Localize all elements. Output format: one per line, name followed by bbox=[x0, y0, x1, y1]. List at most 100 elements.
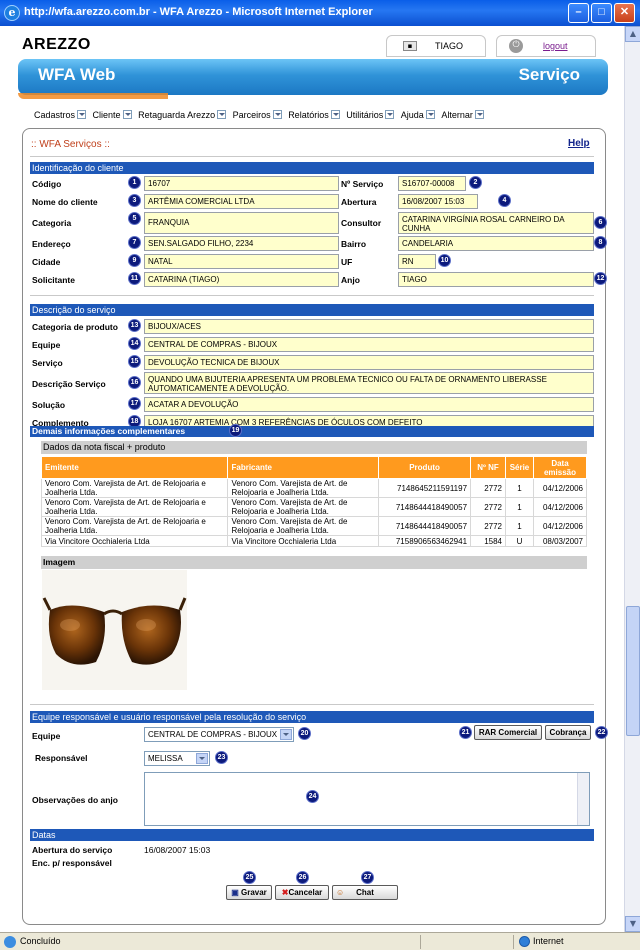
save-icon: ▣ bbox=[231, 888, 239, 897]
table-cell: 04/12/2006 bbox=[532, 497, 588, 517]
sunglasses-image bbox=[42, 570, 187, 690]
codigo-label: Código bbox=[32, 179, 62, 189]
solucao-field[interactable]: ACATAR A DEVOLUÇÃO bbox=[144, 397, 594, 412]
solicitante-field[interactable]: CATARINA (TIAGO) bbox=[144, 272, 339, 287]
marker-11: 11 bbox=[128, 272, 141, 285]
table-cell: Via Vincitore Occhialeria Ltda bbox=[40, 535, 229, 547]
section-extra-header: Demais informações complementares bbox=[30, 426, 594, 437]
marker-9: 9 bbox=[128, 254, 141, 267]
menu-cadastros[interactable]: Cadastros bbox=[34, 110, 87, 120]
abertura-servico-label: Abertura do serviço bbox=[32, 845, 113, 855]
menu-relatorios[interactable]: Relatórios bbox=[288, 110, 340, 120]
chevron-down-icon bbox=[280, 729, 292, 740]
menu-ajuda[interactable]: Ajuda bbox=[401, 110, 435, 120]
solicitante-label: Solicitante bbox=[32, 275, 75, 285]
menu-parceiros[interactable]: Parceiros bbox=[233, 110, 282, 120]
marker-27: 27 bbox=[361, 871, 374, 884]
table-cell: Venoro Com. Varejista de Art. de Relojoa… bbox=[227, 516, 380, 536]
equipe-service-field[interactable]: CENTRAL DE COMPRAS - BIJOUX bbox=[144, 337, 594, 352]
scroll-up-arrow[interactable]: ▲ bbox=[625, 26, 640, 42]
equipe-select[interactable]: CENTRAL DE COMPRAS - BIJOUX bbox=[144, 727, 294, 742]
column-header: Série bbox=[504, 456, 534, 479]
section-dates-header: Datas bbox=[30, 829, 594, 841]
table-cell: 7148644418490057 bbox=[378, 497, 472, 517]
divider bbox=[513, 935, 514, 949]
anjo-field[interactable]: TIAGO bbox=[398, 272, 594, 287]
menu-utilitarios[interactable]: Utilitários bbox=[346, 110, 395, 120]
enc-responsavel-label: Enc. p/ responsável bbox=[32, 858, 112, 868]
help-link[interactable]: Help bbox=[568, 138, 590, 149]
table-cell: 7148645211591197 bbox=[378, 478, 472, 498]
table-row: Venoro Com. Varejista de Art. de Relojoa… bbox=[40, 497, 588, 517]
marker-5: 5 bbox=[128, 212, 141, 225]
menu-retaguarda-arezzo[interactable]: Retaguarda Arezzo bbox=[138, 110, 227, 120]
marker-13: 13 bbox=[128, 319, 141, 332]
section-client-header: Identificação do cliente bbox=[30, 162, 594, 174]
categoria-field[interactable]: FRANQUIA bbox=[144, 212, 339, 234]
chat-button[interactable]: ☺ Chat bbox=[332, 885, 398, 900]
descricao-servico-field[interactable]: QUANDO UMA BIJUTERIA APRESENTA UM PROBLE… bbox=[144, 372, 594, 394]
marker-23: 23 bbox=[215, 751, 228, 764]
image-subsection-header: Imagem bbox=[41, 556, 587, 569]
marker-1: 1 bbox=[128, 176, 141, 189]
marker-6: 6 bbox=[594, 216, 607, 229]
page-title: :: WFA Serviços :: bbox=[31, 139, 110, 150]
consultor-field[interactable]: CATARINA VIRGÍNIA ROSAL CARNEIRO DA CUNH… bbox=[398, 212, 594, 234]
logout-box: ⏻ logout bbox=[496, 35, 596, 57]
table-cell: Via Vincitore Occhialeria Ltda bbox=[227, 535, 380, 547]
gravar-button[interactable]: ▣ Gravar bbox=[226, 885, 272, 900]
scroll-thumb[interactable] bbox=[626, 606, 640, 736]
chevron-down-icon bbox=[425, 110, 435, 119]
divider bbox=[30, 156, 594, 157]
chevron-down-icon bbox=[122, 110, 132, 119]
codigo-field[interactable]: 16707 bbox=[144, 176, 339, 191]
marker-24: 24 bbox=[306, 790, 319, 803]
menu-cliente[interactable]: Cliente bbox=[93, 110, 132, 120]
abertura-field[interactable]: 16/08/2007 15:03 bbox=[398, 194, 478, 209]
cidade-field[interactable]: NATAL bbox=[144, 254, 339, 269]
page-scrollbar[interactable]: ▲ ▼ bbox=[624, 26, 640, 932]
service-panel: :: WFA Serviços :: Help Identificação do… bbox=[22, 128, 608, 925]
categoria-label: Categoria bbox=[32, 218, 72, 228]
logout-link[interactable]: logout bbox=[543, 41, 568, 51]
nome-cliente-field[interactable]: ARTÊMIA COMERCIAL LTDA bbox=[144, 194, 339, 209]
obs-anjo-textarea[interactable] bbox=[144, 772, 590, 826]
main-menu: Cadastros Cliente Retaguarda Arezzo Parc… bbox=[34, 110, 488, 120]
chevron-down-icon bbox=[474, 110, 484, 119]
abertura-servico-value: 16/08/2007 15:03 bbox=[144, 845, 211, 855]
uf-field[interactable]: RN bbox=[398, 254, 436, 269]
marker-4: 4 bbox=[498, 194, 511, 207]
nf-table: Emitente Fabricante Produto Nº NF Série … bbox=[40, 456, 588, 547]
marker-8: 8 bbox=[594, 236, 607, 249]
table-row: Via Vincitore Occhialeria Ltda Via Vinci… bbox=[40, 535, 588, 547]
table-row: Venoro Com. Varejista de Art. de Relojoa… bbox=[40, 516, 588, 536]
column-header: Data emissão bbox=[532, 456, 588, 479]
table-cell: 1 bbox=[504, 478, 534, 498]
menu-alternar[interactable]: Alternar bbox=[441, 110, 484, 120]
cobranca-button[interactable]: Cobrança bbox=[545, 725, 591, 740]
rar-comercial-button[interactable]: RAR Comercial bbox=[474, 725, 542, 740]
chevron-down-icon bbox=[385, 110, 395, 119]
table-cell: Venoro Com. Varejista de Art. de Relojoa… bbox=[40, 478, 229, 498]
abertura-label: Abertura bbox=[341, 197, 377, 207]
security-zone: Internet bbox=[533, 936, 564, 946]
categoria-produto-field[interactable]: BIJOUX/ACES bbox=[144, 319, 594, 334]
close-window-button[interactable]: ✕ bbox=[614, 3, 635, 23]
textarea-scrollbar[interactable] bbox=[577, 773, 589, 825]
scroll-down-arrow[interactable]: ▼ bbox=[625, 916, 640, 932]
maximize-button[interactable]: □ bbox=[591, 3, 612, 23]
cancelar-button[interactable]: ✖Cancelar bbox=[275, 885, 329, 900]
bairro-field[interactable]: CANDELARIA bbox=[398, 236, 594, 251]
table-cell: 1 bbox=[504, 516, 534, 536]
nservico-field[interactable]: S16707-00008 bbox=[398, 176, 466, 191]
minimize-button[interactable]: – bbox=[568, 3, 589, 23]
servico-field[interactable]: DEVOLUÇÃO TECNICA DE BIJOUX bbox=[144, 355, 594, 370]
table-cell: 2772 bbox=[470, 516, 506, 536]
status-text: Concluído bbox=[20, 936, 61, 946]
responsavel-select[interactable]: MELISSA bbox=[144, 751, 210, 766]
user-name: TIAGO bbox=[435, 41, 464, 51]
chevron-down-icon bbox=[272, 110, 282, 119]
endereco-field[interactable]: SEN.SALGADO FILHO, 2234 bbox=[144, 236, 339, 251]
section-title: Serviço bbox=[518, 65, 580, 84]
marker-10: 10 bbox=[438, 254, 451, 267]
